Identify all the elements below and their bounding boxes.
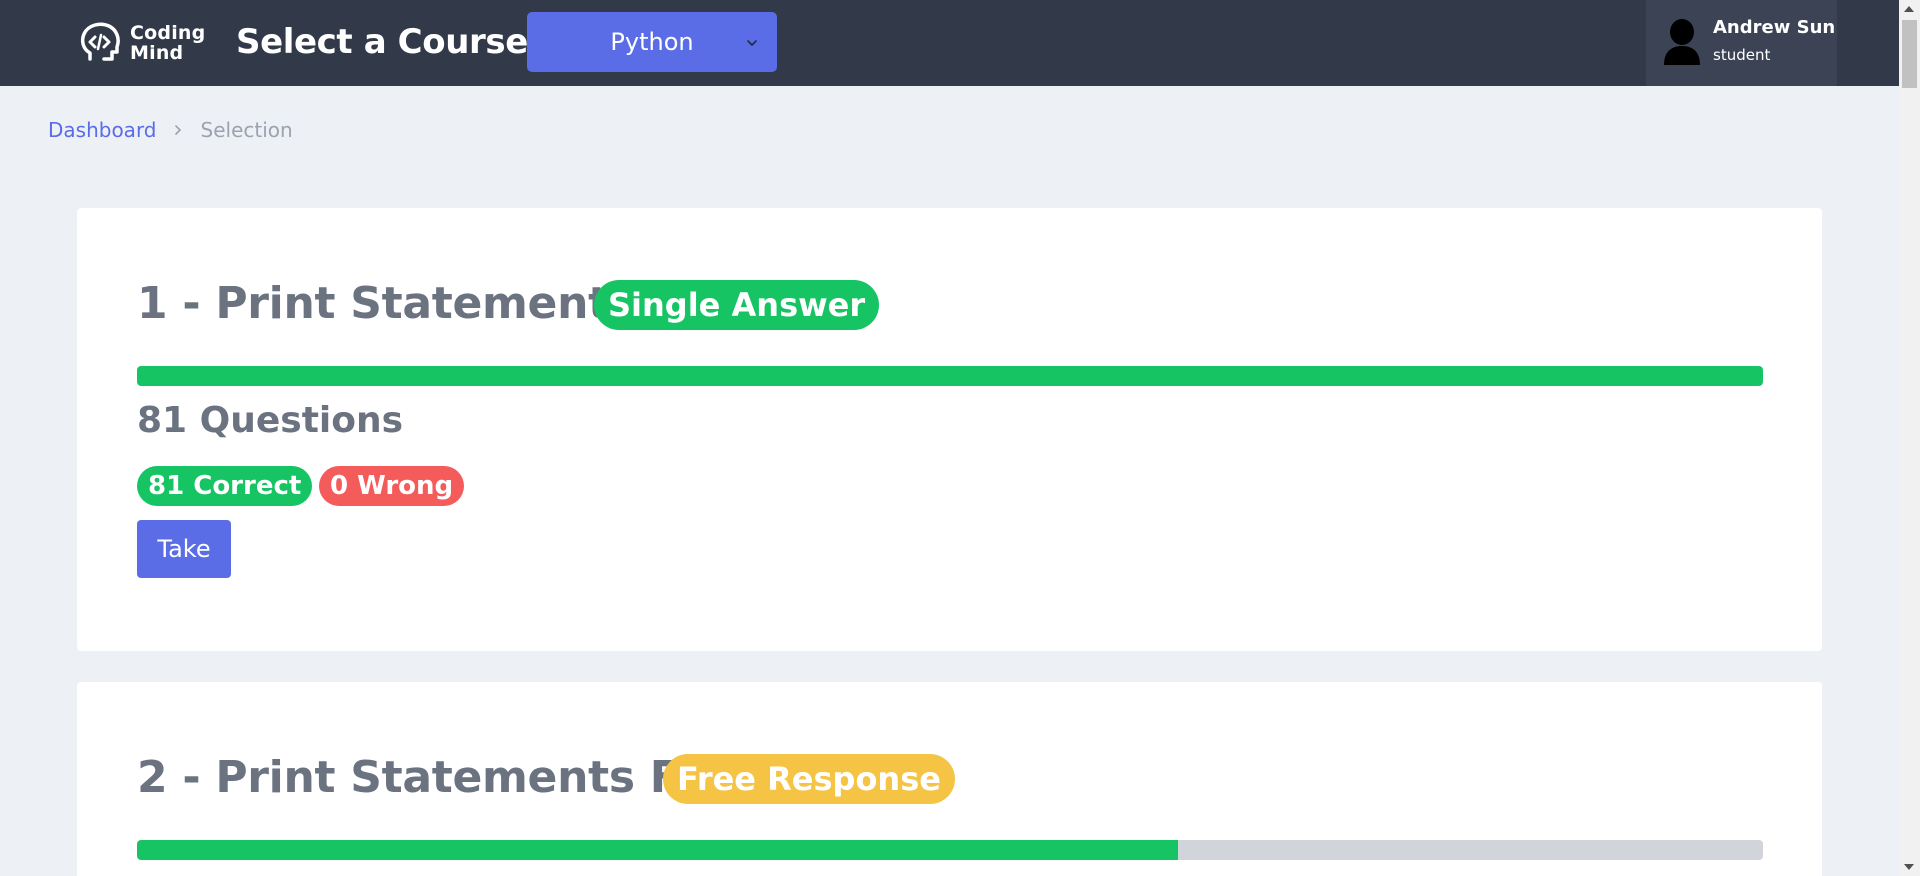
take-quiz-button[interactable]: Take <box>137 520 231 578</box>
logo-text: Coding Mind <box>130 23 205 63</box>
breadcrumb: Dashboard Selection <box>48 118 293 142</box>
correct-count-badge: 81 Correct <box>137 466 313 506</box>
course-dropdown-value: Python <box>610 28 694 56</box>
head-code-icon <box>80 22 120 61</box>
question-count: 81 Questions <box>137 400 404 441</box>
quiz-card: 2 - Print Statements FR Free Response <box>77 682 1822 876</box>
scroll-up-arrow-icon[interactable] <box>1904 6 1914 12</box>
logo-line-1: Coding <box>130 22 206 44</box>
quiz-progress-bar <box>137 840 1763 860</box>
quiz-title: 2 - Print Statements FR <box>137 752 714 803</box>
user-menu[interactable]: Andrew Sun student <box>1646 0 1837 86</box>
user-role: student <box>1713 46 1771 64</box>
course-dropdown[interactable]: Python <box>527 12 777 72</box>
chevron-down-icon <box>747 40 757 46</box>
scroll-down-arrow-icon[interactable] <box>1904 864 1914 870</box>
quiz-title: 1 - Print Statements <box>137 278 635 329</box>
quiz-progress-bar <box>137 366 1763 386</box>
chevron-right-icon <box>174 125 181 135</box>
breadcrumb-dashboard-link[interactable]: Dashboard <box>48 118 157 142</box>
coding-mind-logo[interactable]: Coding Mind <box>76 19 210 67</box>
scrollbar-thumb[interactable] <box>1902 20 1917 88</box>
page-scrollbar[interactable] <box>1899 0 1920 876</box>
course-select-label: Select a Course: <box>236 22 542 62</box>
user-name: Andrew Sun <box>1713 17 1836 38</box>
wrong-count-badge: 0 Wrong <box>319 466 465 506</box>
quiz-type-badge: Free Response <box>663 754 955 804</box>
quiz-progress-fill <box>137 840 1178 860</box>
breadcrumb-current: Selection <box>200 118 293 142</box>
quiz-type-badge: Single Answer <box>594 280 880 330</box>
user-avatar-icon <box>1664 19 1700 65</box>
logo-line-2: Mind <box>130 42 184 64</box>
quiz-progress-fill <box>137 366 1763 386</box>
quiz-card: 1 - Print Statements Single Answer 81 Qu… <box>77 208 1822 651</box>
top-navbar: Coding Mind Select a Course: Python Andr… <box>0 0 1899 86</box>
